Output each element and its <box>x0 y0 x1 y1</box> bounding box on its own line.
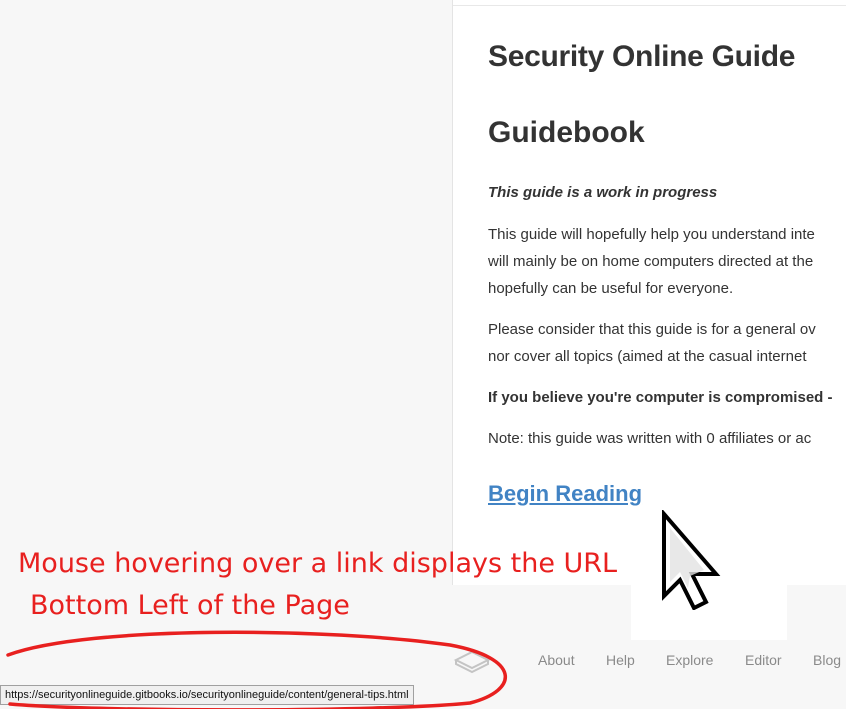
section-heading: Guidebook <box>488 116 645 149</box>
intro-paragraph: This guide will hopefully help you under… <box>488 221 815 302</box>
browser-status-bar-url: https://securityonlineguide.gitbooks.io/… <box>0 685 414 705</box>
page-top-divider <box>453 5 846 6</box>
footer-link-editor[interactable]: Editor <box>745 652 782 668</box>
footer-link-explore[interactable]: Explore <box>666 652 713 668</box>
intro-line: This guide will hopefully help you under… <box>488 226 815 243</box>
compromised-warning: If you believe you're computer is compro… <box>488 389 833 406</box>
intro-line: hopefully can be useful for everyone. <box>488 280 734 297</box>
work-in-progress-notice: This guide is a work in progress <box>488 184 718 201</box>
scope-line: Please consider that this guide is for a… <box>488 321 816 338</box>
annotation-line-2: Bottom Left of the Page <box>30 590 350 621</box>
book-page: Security Online Guide Guidebook This gui… <box>452 0 846 585</box>
footer-link-help[interactable]: Help <box>606 652 635 668</box>
gitbook-logo-icon[interactable] <box>452 648 492 676</box>
page-title: Security Online Guide <box>488 40 796 73</box>
left-sidebar-area <box>0 0 452 640</box>
annotation-line-1: Mouse hovering over a link displays the … <box>18 548 618 579</box>
intro-line: will mainly be on home computers directe… <box>488 253 814 270</box>
scope-line: nor cover all topics (aimed at the casua… <box>488 348 807 365</box>
mouse-pointer-icon <box>662 510 721 610</box>
scope-paragraph: Please consider that this guide is for a… <box>488 316 816 370</box>
begin-reading-link[interactable]: Begin Reading <box>488 481 642 507</box>
footer-link-blog[interactable]: Blog <box>813 652 841 668</box>
site-footer <box>0 640 846 685</box>
affiliates-note: Note: this guide was written with 0 affi… <box>488 430 812 447</box>
footer-link-about[interactable]: About <box>538 652 575 668</box>
screenshot-root: Security Online Guide Guidebook This gui… <box>0 0 846 709</box>
